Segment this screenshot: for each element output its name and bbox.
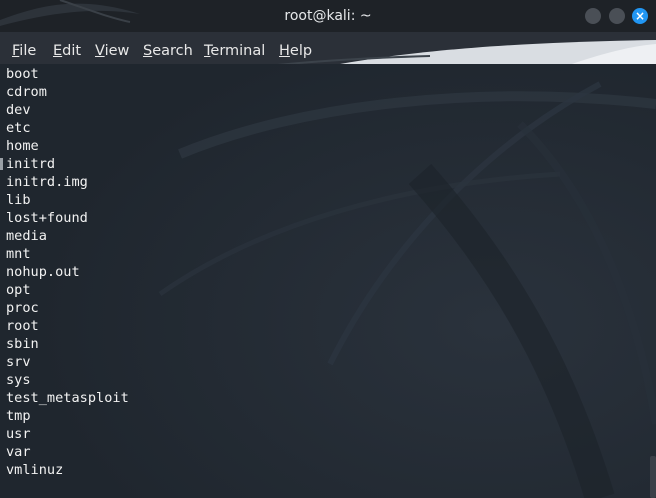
menu-search[interactable]: Search bbox=[143, 41, 193, 61]
menu-edit[interactable]: Edit bbox=[53, 41, 81, 61]
list-item: etc bbox=[6, 120, 31, 136]
menu-terminal-label: erminal bbox=[210, 43, 266, 59]
menu-bar: File Edit View Search Terminal Help bbox=[0, 32, 656, 68]
list-item: root bbox=[6, 318, 39, 334]
menu-help[interactable]: Help bbox=[279, 41, 312, 61]
list-item: home bbox=[6, 138, 39, 154]
menu-edit-label: dit bbox=[62, 43, 82, 59]
menu-help-label: elp bbox=[289, 43, 313, 59]
close-icon[interactable]: × bbox=[632, 8, 648, 24]
menu-view-mnemonic: V bbox=[95, 43, 105, 59]
list-item: test_metasploit bbox=[6, 390, 129, 406]
list-item: dev bbox=[6, 102, 31, 118]
list-item: lib bbox=[6, 192, 31, 208]
list-item: initrd bbox=[6, 156, 56, 172]
directory-listing: boot cdrom dev etc home initrd initrd.im… bbox=[6, 65, 129, 479]
list-item: usr bbox=[6, 426, 31, 442]
list-item: sys bbox=[6, 372, 31, 388]
list-item: tmp bbox=[6, 408, 31, 424]
menu-view[interactable]: View bbox=[95, 41, 129, 61]
list-item: vmlinuz bbox=[6, 462, 64, 478]
menu-file[interactable]: File bbox=[12, 41, 36, 61]
terminal-output-area[interactable]: boot cdrom dev etc home initrd initrd.im… bbox=[0, 64, 656, 498]
menu-search-mnemonic: S bbox=[143, 43, 153, 59]
scroll-indicator-marker bbox=[0, 158, 3, 170]
menu-terminal[interactable]: Terminal bbox=[204, 41, 265, 61]
list-item: sbin bbox=[6, 336, 39, 352]
menu-edit-mnemonic: E bbox=[53, 43, 63, 59]
scrollbar-thumb[interactable] bbox=[650, 456, 656, 498]
list-item: cdrom bbox=[6, 84, 47, 100]
list-item: proc bbox=[6, 300, 39, 316]
menu-file-label: ile bbox=[19, 43, 37, 59]
list-item: media bbox=[6, 228, 47, 244]
list-item: initrd.img bbox=[6, 174, 88, 190]
list-item: lost+found bbox=[6, 210, 88, 226]
list-item: nohup.out bbox=[6, 264, 80, 280]
list-item: srv bbox=[6, 354, 31, 370]
list-item: boot bbox=[6, 66, 39, 82]
list-item: opt bbox=[6, 282, 31, 298]
menu-search-label: earch bbox=[152, 43, 193, 59]
list-item: mnt bbox=[6, 246, 31, 262]
menu-help-mnemonic: H bbox=[279, 43, 290, 59]
title-bar[interactable]: root@kali: ~ × bbox=[0, 0, 656, 32]
list-item: var bbox=[6, 444, 31, 460]
menu-view-label: iew bbox=[104, 43, 130, 59]
window-title: root@kali: ~ bbox=[284, 8, 372, 24]
terminal-window: root@kali: ~ × File Edit View Search Ter… bbox=[0, 0, 656, 498]
maximize-icon[interactable] bbox=[609, 8, 625, 24]
minimize-icon[interactable] bbox=[585, 8, 601, 24]
